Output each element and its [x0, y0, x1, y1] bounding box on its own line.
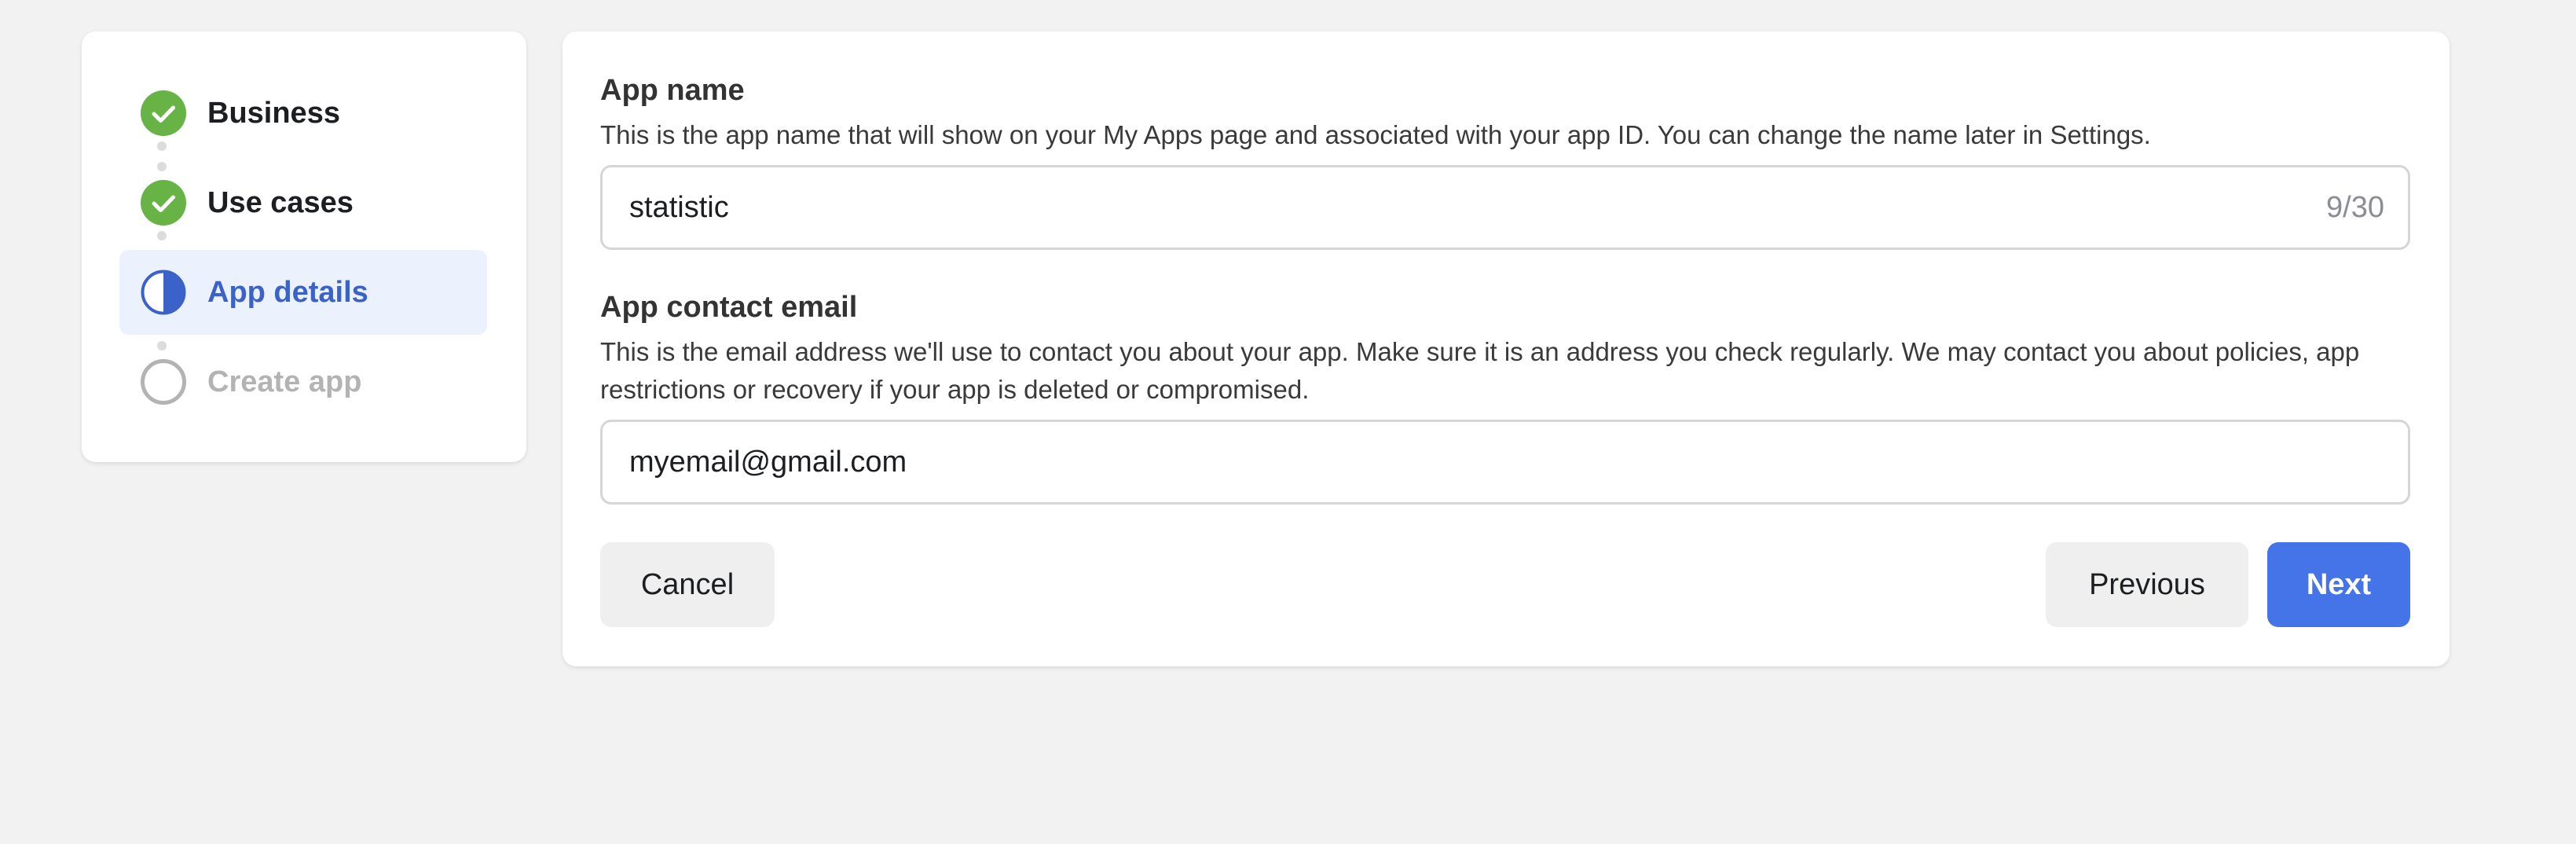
check-circle-icon [141, 90, 186, 136]
next-button[interactable]: Next [2267, 542, 2410, 627]
step-label: Use cases [207, 186, 354, 219]
previous-button[interactable]: Previous [2046, 542, 2248, 627]
app-creation-page: Business Use cases App details Create ap… [0, 0, 2576, 844]
app-name-input[interactable]: statistic 9/30 [600, 165, 2410, 250]
contact-email-title: App contact email [600, 291, 858, 324]
character-counter: 9/30 [2326, 191, 2384, 224]
check-circle-icon [141, 180, 186, 226]
app-name-title: App name [600, 74, 745, 107]
step-label: Create app [207, 365, 362, 398]
step-use-cases[interactable]: Use cases [119, 160, 487, 245]
contact-email-description: This is the email address we'll use to c… [600, 337, 2360, 404]
cancel-button[interactable]: Cancel [600, 542, 775, 627]
step-label: App details [207, 276, 368, 309]
step-app-details[interactable]: App details [119, 250, 487, 335]
half-circle-icon [141, 270, 186, 315]
app-details-form: App name This is the app name that will … [562, 31, 2450, 666]
contact-email-value: myemail@gmail.com [629, 446, 907, 479]
app-name-value: statistic [629, 191, 729, 224]
app-name-description: This is the app name that will show on y… [600, 120, 2151, 149]
contact-email-input[interactable]: myemail@gmail.com [600, 420, 2410, 505]
steps-panel: Business Use cases App details Create ap… [82, 31, 526, 462]
step-create-app: Create app [119, 339, 487, 424]
empty-circle-icon [141, 359, 186, 405]
step-label: Business [207, 97, 340, 130]
step-business[interactable]: Business [119, 71, 487, 156]
